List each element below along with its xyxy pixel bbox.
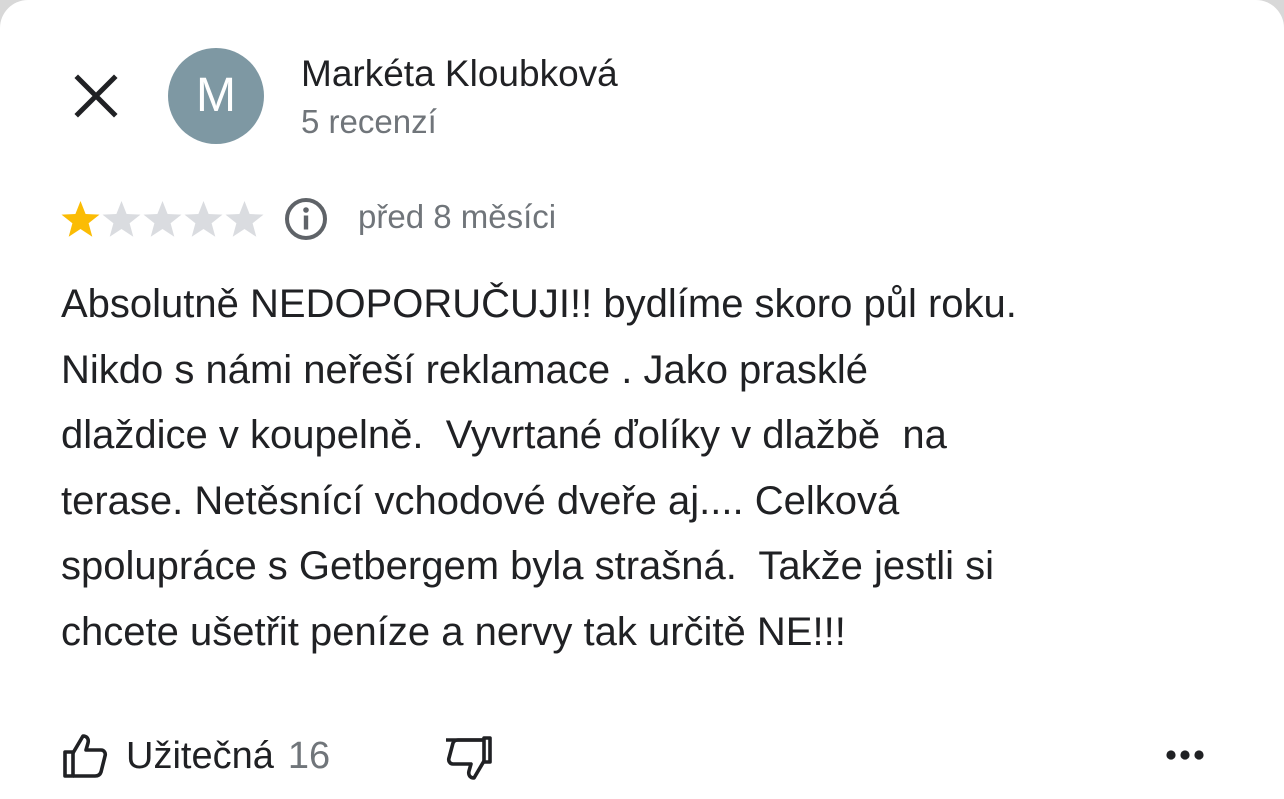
- review-text: Absolutně NEDOPORUČUJI!! bydlíme skoro p…: [61, 282, 1017, 654]
- author-review-count: 5 recenzí: [301, 103, 437, 140]
- info-button[interactable]: [283, 196, 329, 242]
- avatar-initial: M: [196, 69, 236, 122]
- star-empty-icon: [225, 201, 264, 237]
- helpful-button[interactable]: Užitečná 16: [60, 726, 330, 786]
- more-horizontal-icon: [1166, 750, 1204, 760]
- review-card: M Markéta Kloubková 5 recenzí před 8 měs…: [0, 0, 1284, 799]
- close-button[interactable]: [68, 68, 124, 124]
- more-button[interactable]: [1160, 735, 1210, 775]
- star-empty-icon: [184, 201, 223, 237]
- star-empty-icon: [143, 201, 182, 237]
- avatar[interactable]: M: [168, 48, 264, 144]
- close-icon: [74, 74, 118, 118]
- star-empty-icon: [102, 201, 141, 237]
- review-date: před 8 měsíci: [358, 198, 557, 235]
- author-name[interactable]: Markéta Kloubková: [301, 53, 618, 95]
- helpful-label: Užitečná: [126, 734, 274, 777]
- helpful-count: 16: [287, 734, 331, 777]
- info-icon: [285, 198, 327, 240]
- thumbs-up-icon: [63, 734, 108, 778]
- star-rating: [60, 198, 265, 240]
- not-helpful-button[interactable]: [440, 731, 494, 785]
- star-filled-icon: [61, 201, 100, 237]
- thumbs-down-icon: [446, 736, 492, 780]
